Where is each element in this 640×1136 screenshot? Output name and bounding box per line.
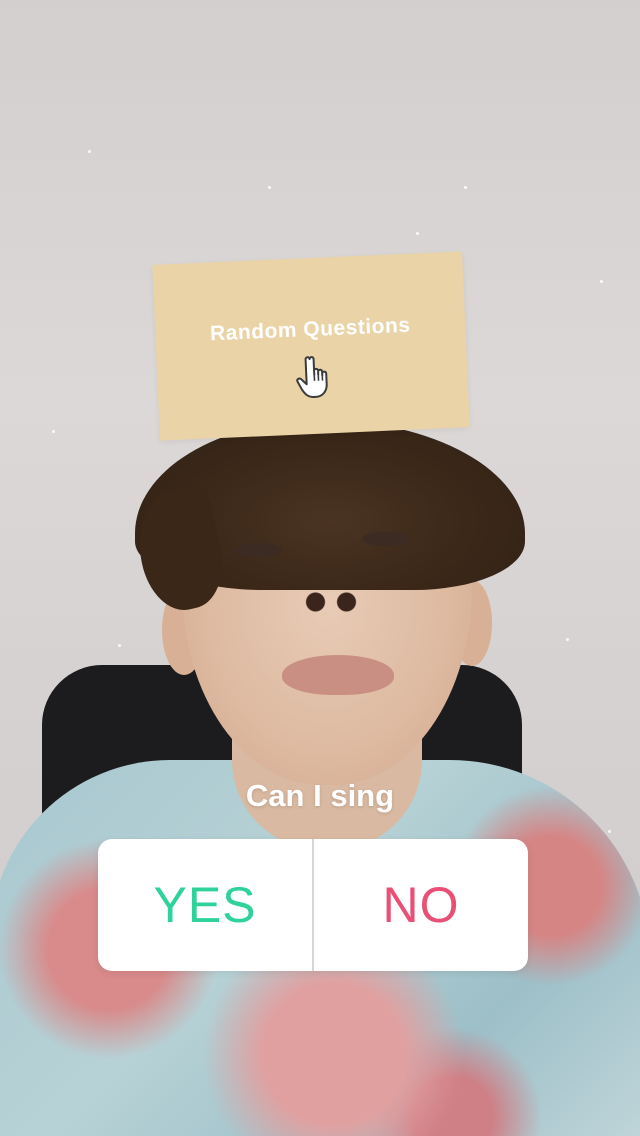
poll-sticker: YES NO xyxy=(98,839,528,971)
nose xyxy=(300,590,362,614)
sparkle xyxy=(600,280,603,283)
sparkle xyxy=(608,830,611,833)
sparkle xyxy=(268,186,271,189)
left-eye xyxy=(234,543,282,557)
poll-option-no[interactable]: NO xyxy=(314,839,528,971)
pointing-hand-icon xyxy=(291,352,341,402)
sparkle xyxy=(88,150,91,153)
sparkle xyxy=(464,186,467,189)
random-questions-card[interactable]: Random Questions xyxy=(152,251,470,441)
poll-question: Can I sing xyxy=(245,778,395,813)
lips xyxy=(282,655,394,695)
camera-view: Random Questions Can I sing YES NO xyxy=(0,0,640,1136)
sparkle xyxy=(566,638,569,641)
sparkle xyxy=(52,430,55,433)
sparkle xyxy=(416,232,419,235)
card-title: Random Questions xyxy=(209,313,411,346)
sparkle xyxy=(118,644,121,647)
right-eye xyxy=(362,532,410,546)
poll-option-yes[interactable]: YES xyxy=(98,839,312,971)
